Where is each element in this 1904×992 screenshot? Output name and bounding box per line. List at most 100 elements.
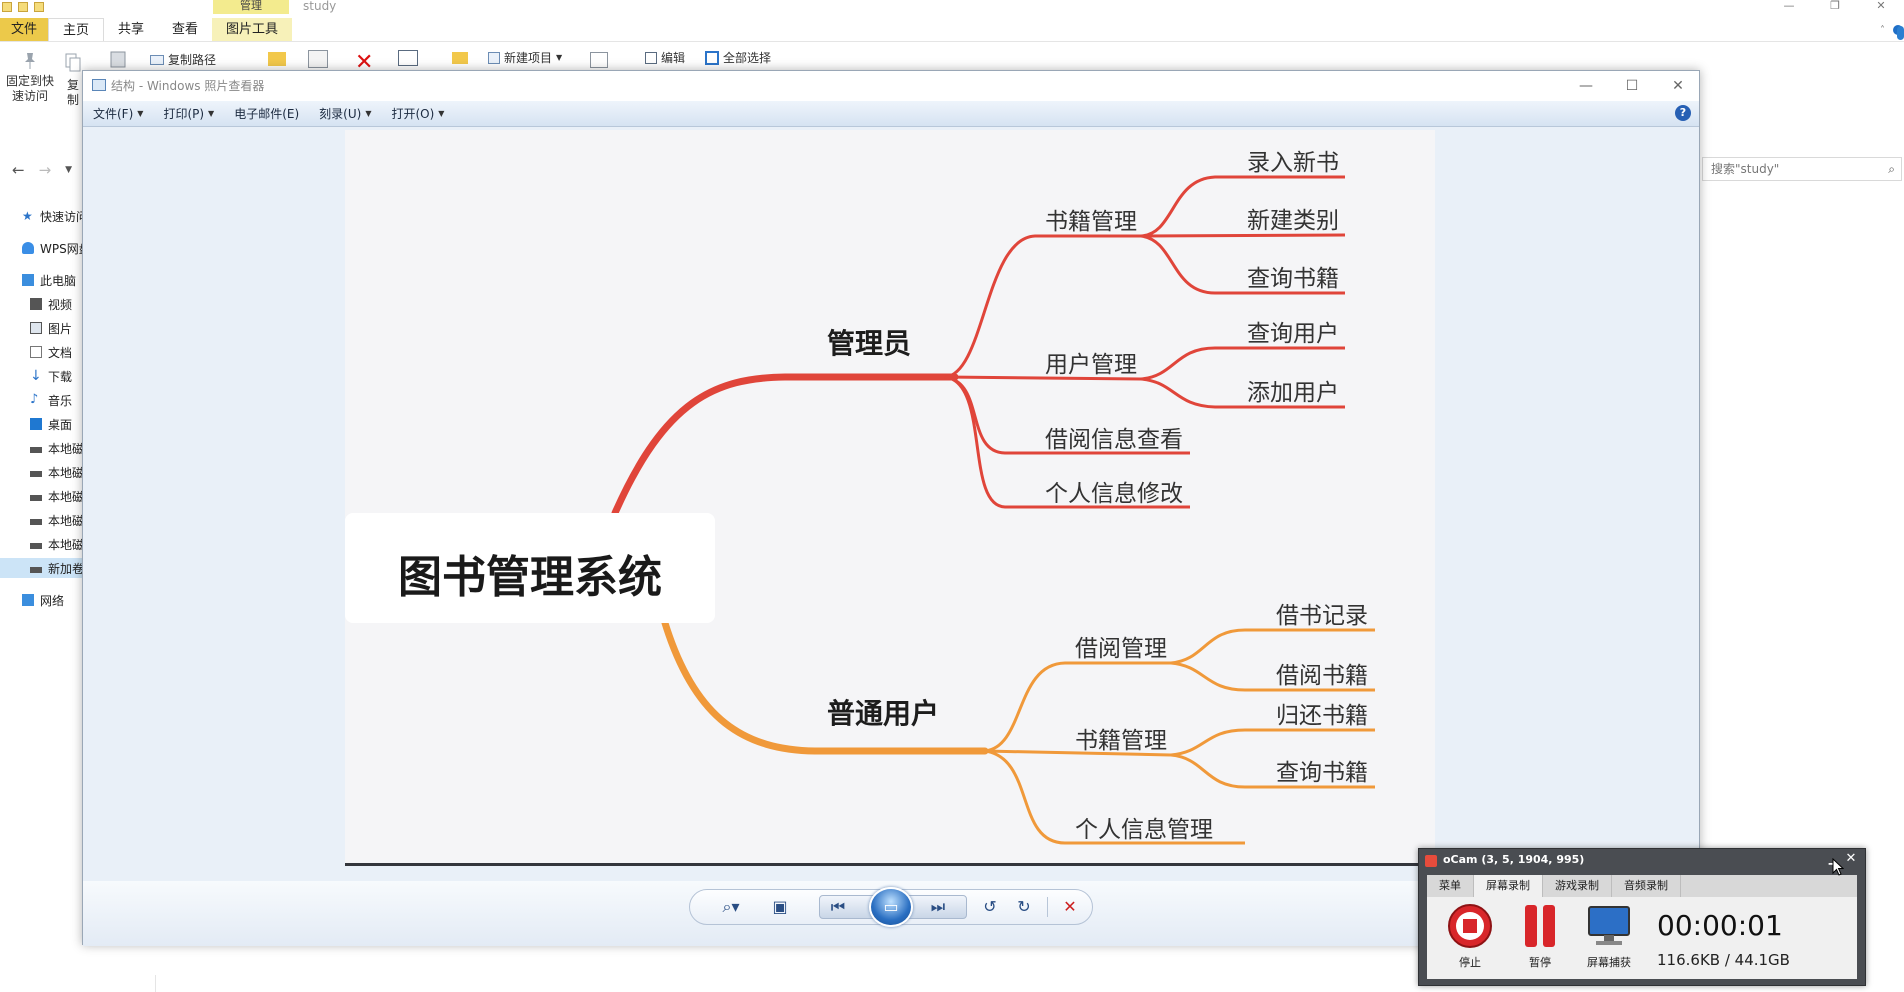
mindmap-leaf: 归还书籍 bbox=[1276, 703, 1368, 729]
tree-label: 桌面 bbox=[48, 417, 73, 432]
copy-path-label: 复制路径 bbox=[168, 53, 217, 67]
tree-label: 本地磁 bbox=[48, 441, 85, 456]
drive-icon bbox=[30, 495, 42, 501]
menu-burn[interactable]: 刻录(U) ▼ bbox=[319, 105, 371, 122]
menu-file[interactable]: 文件(F) ▼ bbox=[93, 105, 143, 122]
restore-icon[interactable]: ❐ bbox=[1812, 0, 1858, 14]
network-icon bbox=[22, 594, 34, 606]
drive-icon bbox=[30, 567, 42, 573]
copy-button[interactable]: 复制 bbox=[62, 52, 84, 108]
picture-icon bbox=[30, 322, 42, 334]
ocam-tab-audio-record[interactable]: 音频录制 bbox=[1612, 875, 1681, 897]
chevron-down-icon: ▼ bbox=[556, 53, 563, 62]
recent-locations-icon[interactable]: ▼ bbox=[65, 165, 72, 175]
explorer-titlebar: 管理 study — ❐ ✕ bbox=[0, 0, 1904, 14]
rename-icon[interactable] bbox=[398, 50, 418, 66]
maximize-icon[interactable]: ☐ bbox=[1609, 71, 1655, 101]
forward-arrow-icon[interactable]: → bbox=[39, 161, 52, 179]
mindmap-node: 个人信息管理 bbox=[1075, 817, 1213, 843]
tree-label: 本地磁 bbox=[48, 489, 85, 504]
ocam-tab-menu[interactable]: 菜单 bbox=[1427, 875, 1474, 897]
paste-icon[interactable] bbox=[108, 50, 128, 68]
mindmap-node: 借阅信息查看 bbox=[1045, 427, 1183, 453]
copy-path-button[interactable]: 复制路径 bbox=[150, 51, 216, 68]
explorer-window-controls: — ❐ ✕ bbox=[1766, 0, 1904, 14]
edit-button[interactable]: 编辑 bbox=[645, 49, 685, 66]
recording-time: 00:00:01 bbox=[1657, 909, 1783, 942]
tree-label: 快速访问 bbox=[40, 209, 89, 224]
menu-label: 文件(F) bbox=[93, 107, 134, 121]
mindmap-leaf: 查询书籍 bbox=[1247, 266, 1339, 292]
previous-icon[interactable]: ⏮ bbox=[823, 895, 853, 919]
menu-print[interactable]: 打印(P) ▼ bbox=[163, 105, 214, 122]
new-item-button[interactable]: 新建项目 ▼ bbox=[488, 49, 562, 66]
close-icon[interactable]: ✕ bbox=[1843, 852, 1859, 866]
scrollbar[interactable] bbox=[1897, 0, 1904, 40]
menu-label: 电子邮件(E) bbox=[234, 107, 300, 121]
move-to-button[interactable] bbox=[268, 52, 286, 66]
mindmap-leaf: 新建类别 bbox=[1247, 208, 1339, 234]
desktop-icon bbox=[30, 418, 42, 430]
mindmap-node-admin: 管理员 bbox=[827, 327, 912, 360]
delete-icon[interactable]: ✕ bbox=[1055, 895, 1085, 919]
rotate-left-icon[interactable]: ↺ bbox=[975, 895, 1005, 919]
drive-icon bbox=[30, 519, 42, 525]
ocam-body: 菜单 屏幕录制 游戏录制 音频录制 停止 暂停 屏幕捕获 00:00:01 11… bbox=[1427, 875, 1857, 979]
toolbar-separator bbox=[1047, 897, 1048, 917]
edit-icon bbox=[645, 51, 657, 64]
mindmap-leaf: 借书记录 bbox=[1276, 603, 1368, 629]
mindmap-node: 个人信息修改 bbox=[1045, 481, 1183, 507]
search-input[interactable]: 搜索"study" ⌕ bbox=[1702, 157, 1902, 181]
properties-icon bbox=[18, 2, 28, 12]
zoom-icon[interactable]: ⌕▾ bbox=[711, 895, 751, 919]
ocam-tab-screen-record[interactable]: 屏幕录制 bbox=[1474, 875, 1543, 897]
nav-buttons: ← → ▼ bbox=[0, 155, 90, 185]
quick-access-toolbar[interactable] bbox=[0, 0, 44, 14]
pause-button[interactable]: 暂停 bbox=[1515, 903, 1565, 970]
video-icon bbox=[30, 298, 42, 310]
pin-to-quick-access-button[interactable]: 固定到快 速访问 bbox=[4, 52, 56, 104]
properties-icon[interactable] bbox=[590, 52, 608, 68]
tab-view[interactable]: 查看 bbox=[158, 18, 212, 41]
stop-button[interactable]: 停止 bbox=[1445, 903, 1495, 970]
search-placeholder: 搜索"study" bbox=[1711, 162, 1780, 176]
select-all-button[interactable]: 全部选择 bbox=[705, 49, 771, 66]
new-folder-button[interactable] bbox=[452, 52, 468, 64]
drive-icon bbox=[30, 447, 42, 453]
minimize-icon[interactable]: — bbox=[1766, 0, 1812, 14]
new-item-icon bbox=[488, 51, 500, 64]
next-icon[interactable]: ⏭ bbox=[923, 895, 953, 919]
manage-context-tab[interactable]: 管理 bbox=[213, 0, 289, 14]
ocam-tab-game-record[interactable]: 游戏录制 bbox=[1543, 875, 1612, 897]
menu-label: 打印(P) bbox=[163, 107, 205, 121]
mindmap-leaf: 借阅书籍 bbox=[1276, 663, 1368, 689]
copy-to-button[interactable] bbox=[308, 50, 328, 68]
mindmap-leaf: 录入新书 bbox=[1247, 150, 1339, 176]
close-icon[interactable]: ✕ bbox=[1655, 71, 1701, 101]
screen-capture-button[interactable]: 屏幕捕获 bbox=[1579, 903, 1639, 970]
chevron-down-icon: ▼ bbox=[438, 109, 445, 118]
photo-viewer-window: 结构 - Windows 照片查看器 — ☐ ✕ 文件(F) ▼ 打印(P) ▼ 电… bbox=[82, 70, 1701, 946]
folder-icon bbox=[268, 52, 286, 66]
actual-size-icon[interactable]: ▣ bbox=[765, 895, 795, 919]
ocam-window: oCam (3, 5, 1904, 995) ▁ ✕ 菜单 屏幕录制 游戏录制 … bbox=[1418, 848, 1866, 986]
chevron-down-icon: ▼ bbox=[208, 109, 215, 118]
document-icon bbox=[30, 346, 42, 358]
minimize-icon[interactable]: — bbox=[1563, 71, 1609, 101]
mindmap-connectors bbox=[611, 175, 1375, 845]
tab-home[interactable]: 主页 bbox=[48, 18, 105, 41]
tab-file[interactable]: 文件 bbox=[0, 18, 48, 41]
computer-icon bbox=[22, 274, 34, 286]
rotate-right-icon[interactable]: ↻ bbox=[1009, 895, 1039, 919]
monitor-icon bbox=[1588, 906, 1630, 945]
tree-label: 此电脑 bbox=[40, 273, 77, 288]
tab-picture-tools[interactable]: 图片工具 bbox=[212, 18, 293, 41]
copy-path-icon bbox=[150, 54, 164, 65]
menu-open[interactable]: 打开(O) ▼ bbox=[391, 105, 444, 122]
tab-share[interactable]: 共享 bbox=[104, 18, 158, 41]
help-icon[interactable]: ? bbox=[1675, 105, 1691, 121]
slideshow-button[interactable]: ▭ bbox=[869, 887, 913, 927]
back-arrow-icon[interactable]: ← bbox=[12, 161, 25, 179]
collapse-ribbon-icon[interactable]: ˄ bbox=[1880, 25, 1885, 36]
menu-email[interactable]: 电子邮件(E) bbox=[234, 105, 299, 122]
